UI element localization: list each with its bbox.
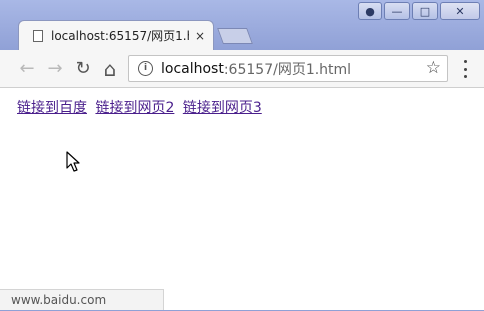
home-icon[interactable]: ⌂ [99, 58, 121, 80]
minimize-button[interactable]: — [384, 2, 410, 20]
url-host: localhost [161, 60, 224, 77]
browser-window: ● — □ ✕ localhost:65157/网页1.h × ← → ↻ ⌂ … [0, 0, 484, 310]
address-bar[interactable]: i localhost :65157/网页1.html ☆ [128, 55, 448, 82]
new-tab-button[interactable] [217, 28, 253, 44]
window-controls: ● — □ ✕ [358, 2, 480, 20]
close-icon: ✕ [455, 4, 465, 18]
link-baidu[interactable]: 链接到百度 [17, 100, 87, 116]
back-icon[interactable]: ← [16, 58, 38, 80]
link-page2[interactable]: 链接到网页2 [95, 100, 174, 116]
forward-icon[interactable]: → [44, 58, 66, 80]
link-page3[interactable]: 链接到网页3 [183, 100, 262, 116]
maximize-icon: □ [419, 4, 431, 18]
maximize-button[interactable]: □ [412, 2, 438, 20]
page-icon [33, 29, 43, 42]
user-profile-button[interactable]: ● [358, 2, 382, 20]
minimize-icon: — [391, 4, 403, 18]
tab-title: localhost:65157/网页1.h [51, 29, 189, 43]
menu-icon[interactable] [458, 60, 472, 78]
link-list: 链接到百度 链接到网页2 链接到网页3 [17, 97, 266, 117]
close-window-button[interactable]: ✕ [440, 2, 480, 20]
mouse-cursor-icon [66, 151, 80, 172]
page-content: 链接到百度 链接到网页2 链接到网页3 www.baidu.com [0, 88, 484, 310]
bookmark-star-icon[interactable]: ☆ [426, 58, 441, 78]
browser-tab[interactable]: localhost:65157/网页1.h × [18, 20, 214, 50]
url-path: :65157/网页1.html [223, 61, 352, 78]
info-icon[interactable]: i [138, 61, 153, 76]
reload-icon[interactable]: ↻ [72, 58, 94, 80]
toolbar: ← → ↻ ⌂ i localhost :65157/网页1.html ☆ [0, 50, 484, 88]
user-icon: ● [365, 4, 375, 18]
status-bar-url: www.baidu.com [0, 289, 164, 310]
tab-close-icon[interactable]: × [195, 29, 205, 43]
